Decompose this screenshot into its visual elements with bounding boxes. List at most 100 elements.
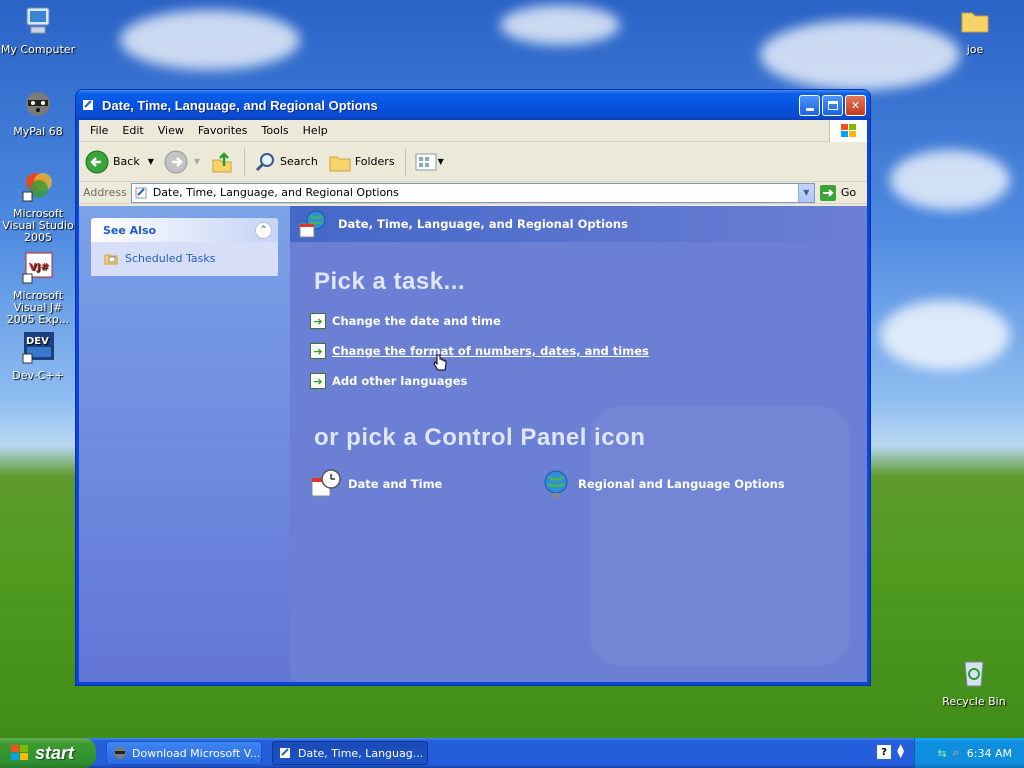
svg-text:DEV: DEV	[26, 336, 49, 347]
menu-view[interactable]: View	[151, 122, 191, 139]
cp-icon-date-time[interactable]: Date and Time	[310, 468, 442, 500]
go-arrow-icon	[819, 184, 836, 201]
green-arrow-icon: ➔	[310, 343, 326, 359]
task-label: Change the format of numbers, dates, and…	[332, 344, 649, 358]
scroll-arrows-icon[interactable]: ▲ ▼	[897, 744, 904, 760]
pick-icon-heading: or pick a Control Panel icon	[314, 424, 646, 451]
folders-label: Folders	[354, 155, 395, 168]
toolbar: Back ▼ ▼ Search Folders ▼	[79, 142, 867, 182]
task-label: Add other languages	[332, 374, 468, 388]
visual-studio-icon	[22, 173, 52, 202]
folders-icon	[329, 156, 351, 171]
menu-tools[interactable]: Tools	[255, 122, 296, 139]
folder-icon	[961, 12, 989, 33]
cp-icon-regional-language[interactable]: Regional and Language Options	[540, 468, 785, 500]
hand-cursor-icon	[433, 354, 447, 371]
task-label: Change the date and time	[332, 314, 501, 328]
desktop-icon-my-computer[interactable]: My Computer	[0, 4, 78, 56]
address-bar: Address Date, Time, Language, and Region…	[79, 182, 867, 204]
back-arrow-icon	[85, 150, 109, 173]
forward-button[interactable]: ▼	[164, 150, 200, 174]
taskbar-button-label: Date, Time, Languag...	[298, 746, 424, 760]
task-change-date-time[interactable]: ➔ Change the date and time	[310, 313, 501, 329]
taskbar-button-date-time[interactable]: Date, Time, Languag...	[272, 741, 428, 765]
green-arrow-icon: ➔	[310, 373, 326, 389]
close-button[interactable]: ✕	[845, 94, 866, 116]
see-also-title: See Also	[103, 223, 157, 237]
clock[interactable]: 6:34 AM	[967, 747, 1012, 760]
control-panel-icon	[83, 100, 93, 110]
views-button[interactable]: ▼	[414, 151, 444, 173]
address-input[interactable]: Date, Time, Language, and Regional Optio…	[130, 182, 815, 203]
maximize-icon	[827, 100, 838, 110]
control-panel-window: Date, Time, Language, and Regional Optio…	[75, 89, 871, 686]
desktop-icon-devcpp[interactable]: DEV Dev-C++	[0, 330, 78, 382]
desktop-icon-label: Dev-C++	[12, 369, 64, 382]
mypal-icon	[114, 747, 126, 759]
see-also-item-scheduled-tasks[interactable]: Scheduled Tasks	[91, 242, 278, 276]
help-icon[interactable]: ?	[877, 745, 892, 759]
left-task-pane: See Also ⌃ Scheduled Tasks	[79, 206, 290, 682]
main-pane: Date, Time, Language, and Regional Optio…	[290, 206, 867, 682]
back-dropdown-icon[interactable]: ▼	[148, 157, 154, 166]
desktop-icon-label: My Computer	[0, 43, 76, 56]
menu-favorites[interactable]: Favorites	[191, 122, 255, 139]
cp-icon-label: Regional and Language Options	[578, 477, 785, 491]
devcpp-icon: DEV	[22, 332, 54, 364]
menu-help[interactable]: Help	[296, 122, 335, 139]
collapse-chevron-icon[interactable]: ⌃	[255, 221, 272, 239]
see-also-header[interactable]: See Also ⌃	[91, 218, 278, 242]
title-bar[interactable]: Date, Time, Language, and Regional Optio…	[76, 90, 870, 120]
forward-arrow-icon	[164, 150, 188, 173]
up-button[interactable]	[210, 150, 234, 174]
taskbar-help-area: ? ▲ ▼	[877, 744, 904, 760]
taskbar-button-download[interactable]: Download Microsoft V...	[106, 741, 262, 765]
desktop-icon-visual-studio[interactable]: Microsoft Visual Studio 2005	[0, 168, 78, 244]
close-icon: ✕	[850, 98, 861, 112]
recycle-bin-icon	[964, 661, 984, 687]
minimize-icon	[805, 107, 814, 111]
windows-flag-icon	[11, 745, 28, 760]
date-time-globe-icon	[299, 210, 326, 238]
search-button[interactable]: Search	[253, 150, 318, 174]
start-button[interactable]: start	[0, 738, 96, 768]
desktop-icon-visual-jsharp[interactable]: VJ# Microsoft Visual J# 2005 Exp...	[0, 250, 78, 326]
search-icon	[255, 152, 275, 171]
address-label: Address	[83, 186, 127, 199]
chevron-down-icon: ▼	[803, 188, 810, 197]
task-add-languages[interactable]: ➔ Add other languages	[310, 373, 467, 389]
back-label: Back	[113, 155, 140, 168]
desktop-icon-label: Recycle Bin	[942, 695, 1006, 708]
forward-dropdown-icon[interactable]: ▼	[194, 157, 200, 166]
desktop-icon-joe-folder[interactable]: joe	[935, 4, 1015, 56]
search-label: Search	[280, 155, 318, 168]
see-also-panel: See Also ⌃ Scheduled Tasks	[91, 218, 278, 276]
maximize-button[interactable]	[822, 94, 843, 116]
globe-icon	[544, 470, 568, 498]
address-value: Date, Time, Language, and Regional Optio…	[152, 186, 399, 199]
go-button[interactable]: Go	[819, 184, 856, 202]
address-dropdown-button[interactable]: ▼	[797, 183, 814, 202]
desktop-icon-mypal[interactable]: MyPal 68	[0, 86, 78, 138]
task-change-format[interactable]: ➔ Change the format of numbers, dates, a…	[310, 343, 649, 359]
back-button[interactable]: Back ▼	[85, 150, 154, 174]
cp-icon-label: Date and Time	[348, 477, 443, 491]
menu-file[interactable]: File	[83, 122, 115, 139]
menu-bar: File Edit View Favorites Tools Help	[79, 120, 867, 142]
folders-button[interactable]: Folders	[328, 150, 395, 174]
control-panel-icon	[280, 748, 290, 758]
see-also-item-label: Scheduled Tasks	[125, 251, 216, 265]
category-header: Date, Time, Language, and Regional Optio…	[290, 206, 867, 242]
window-title: Date, Time, Language, and Regional Optio…	[102, 97, 378, 113]
desktop-icon-recycle-bin[interactable]: Recycle Bin	[934, 656, 1014, 708]
network-icon[interactable]: ⇆	[937, 747, 946, 760]
category-title: Date, Time, Language, and Regional Optio…	[338, 217, 628, 231]
minimize-button[interactable]	[799, 94, 820, 116]
computer-icon	[26, 7, 50, 34]
desktop-icon-label: Microsoft Visual J# 2005 Exp...	[6, 289, 70, 326]
views-icon	[415, 153, 437, 170]
windows-logo-icon	[829, 120, 867, 142]
clock-calendar-icon	[311, 469, 341, 497]
search-tray-icon[interactable]: ⌕	[953, 746, 959, 760]
menu-edit[interactable]: Edit	[115, 122, 150, 139]
